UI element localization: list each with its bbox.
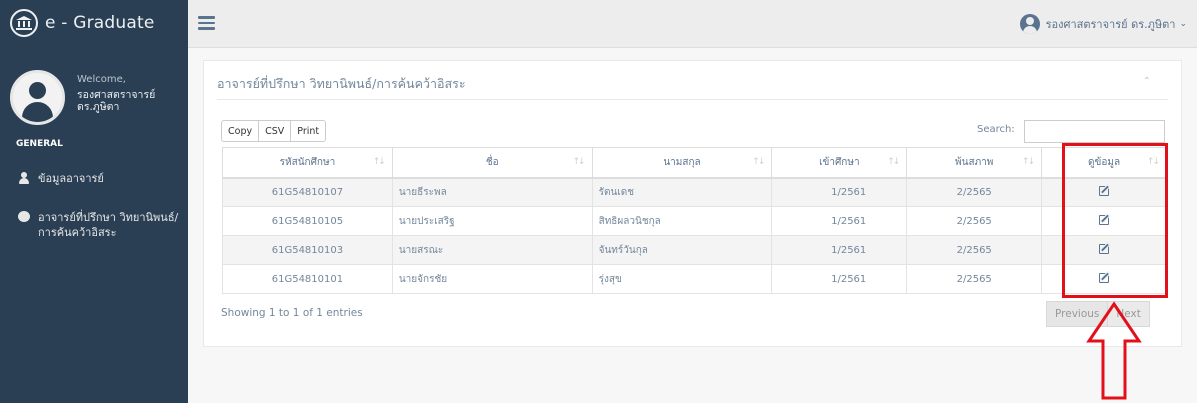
edit-icon[interactable] — [1099, 272, 1110, 283]
edit-icon[interactable] — [1099, 185, 1110, 196]
sidebar-item-label: ข้อมูลอาจารย์ — [38, 172, 104, 185]
sidebar: e - Graduate Welcome, รองศาสตราจารย์ ดร.… — [0, 0, 188, 403]
cell-enroll: 1/2561 — [771, 235, 908, 265]
menu-toggle-icon[interactable] — [198, 16, 215, 30]
sort-icon: ↑↓ — [572, 157, 586, 167]
cell-first-name: นายประเสริฐ — [391, 206, 593, 236]
cell-graduate: 2/2565 — [906, 235, 1043, 265]
cell-enroll: 1/2561 — [771, 206, 908, 236]
cell-graduate: 2/2565 — [906, 264, 1043, 294]
user-menu-name: รองศาสตราจารย์ ดร.ภูษิตา — [1045, 18, 1176, 31]
cell-last-name: สิทธิผลวนิชกุล — [591, 206, 773, 236]
cell-enroll: 1/2561 — [771, 177, 908, 207]
search-input[interactable] — [1024, 120, 1165, 143]
column-header-student-id[interactable]: รหัสนักศึกษา ↑↓ — [222, 147, 393, 179]
next-button[interactable]: Next — [1107, 301, 1150, 327]
sort-icon: ↑↓ — [1146, 157, 1160, 167]
brand-title: e - Graduate — [45, 13, 155, 33]
cell-last-name: จันทร์วันกุล — [591, 235, 773, 265]
table-row: 61G54810103 นายสรณะ จันทร์วันกุล 1/2561 … — [222, 235, 1167, 265]
cell-student-id: 61G54810103 — [222, 235, 393, 265]
cell-view — [1041, 206, 1167, 236]
print-button[interactable]: Print — [290, 120, 327, 142]
cell-view — [1041, 235, 1167, 265]
table-row: 61G54810107 นายธีระพล รัตนเดช 1/2561 2/2… — [222, 177, 1167, 207]
table-row: 61G54810105 นายประเสริฐ สิทธิผลวนิชกุล 1… — [222, 206, 1167, 236]
cell-first-name: นายธีระพล — [391, 177, 593, 207]
cell-student-id: 61G54810101 — [222, 264, 393, 294]
brand[interactable]: e - Graduate — [0, 0, 188, 46]
sort-icon: ↑↓ — [372, 157, 386, 167]
sort-icon: ↑↓ — [887, 157, 900, 167]
csv-button[interactable]: CSV — [258, 120, 292, 142]
panel-divider — [217, 99, 1168, 100]
sidebar-item-label: อาจารย์ที่ปรึกษา วิทยานิพนธ์/การค้นคว้าอ… — [38, 211, 179, 239]
export-buttons: Copy CSV Print — [221, 120, 327, 142]
collapse-chevron-icon[interactable]: ⌃ — [1143, 76, 1151, 87]
sort-icon: ↑↓ — [1022, 157, 1035, 167]
advisor-panel: อาจารย์ที่ปรึกษา วิทยานิพนธ์/การค้นคว้าอ… — [203, 60, 1182, 347]
cell-graduate: 2/2565 — [906, 206, 1043, 236]
section-heading: GENERAL — [16, 139, 63, 149]
column-header-first-name[interactable]: ชื่อ ↑↓ — [391, 147, 593, 179]
sidebar-item-teacher-info[interactable]: ข้อมูลอาจารย์ — [18, 171, 104, 186]
column-header-graduate[interactable]: พ้นสภาพ ↑↓ — [906, 147, 1043, 179]
sort-icon: ↑↓ — [752, 157, 765, 167]
panel-title: อาจารย์ที่ปรึกษา วิทยานิพนธ์/การค้นคว้าอ… — [217, 76, 466, 91]
copy-button[interactable]: Copy — [221, 120, 260, 142]
previous-button[interactable]: Previous — [1046, 301, 1109, 327]
cell-first-name: นายจักรชัย — [391, 264, 593, 294]
user-menu[interactable]: รองศาสตราจารย์ ดร.ภูษิตา ⌄ — [1019, 14, 1187, 34]
table-info: Showing 1 to 1 of 1 entries — [221, 307, 363, 319]
search-label: Search: — [977, 124, 1015, 135]
column-header-enroll[interactable]: เข้าศึกษา ↑↓ — [771, 147, 908, 179]
cell-first-name: นายสรณะ — [391, 235, 593, 265]
top-navbar: รองศาสตราจารย์ ดร.ภูษิตา ⌄ — [188, 0, 1197, 48]
cell-view — [1041, 264, 1167, 294]
cell-graduate: 2/2565 — [906, 177, 1043, 207]
sidebar-item-thesis-advisor[interactable]: อาจารย์ที่ปรึกษา วิทยานิพนธ์/การค้นคว้าอ… — [18, 210, 188, 240]
profile: Welcome, รองศาสตราจารย์ ดร.ภูษิตา — [10, 70, 185, 128]
edit-icon[interactable] — [1099, 214, 1110, 225]
cell-student-id: 61G54810107 — [222, 177, 393, 207]
avatar-icon — [10, 70, 65, 125]
column-header-view[interactable]: ดูข้อมูล ↑↓ — [1041, 147, 1167, 179]
table-row: 61G54810101 นายจักรชัย รุ่งสุข 1/2561 2/… — [222, 264, 1167, 294]
cell-student-id: 61G54810105 — [222, 206, 393, 236]
university-icon — [10, 9, 38, 37]
cell-last-name: รัตนเดช — [591, 177, 773, 207]
column-header-last-name[interactable]: นามสกุล ↑↓ — [591, 147, 773, 179]
students-table: รหัสนักศึกษา ↑↓ ชื่อ ↑↓ นามสกุล ↑↓ เข้าศึกษ… — [222, 147, 1167, 294]
chevron-down-icon: ⌄ — [1179, 19, 1187, 29]
table-header-row: รหัสนักศึกษา ↑↓ ชื่อ ↑↓ นามสกุล ↑↓ เข้าศึกษ… — [222, 147, 1167, 179]
welcome-text: Welcome, — [77, 74, 126, 85]
user-avatar-icon — [1019, 14, 1040, 34]
sidebar-user-name: รองศาสตราจารย์ ดร.ภูษิตา — [77, 89, 156, 113]
edit-icon[interactable] — [1099, 243, 1110, 254]
pagination: Previous Next — [1046, 301, 1150, 327]
user-icon — [18, 172, 30, 184]
cell-last-name: รุ่งสุข — [591, 264, 773, 294]
cell-view — [1041, 177, 1167, 207]
cell-enroll: 1/2561 — [771, 264, 908, 294]
